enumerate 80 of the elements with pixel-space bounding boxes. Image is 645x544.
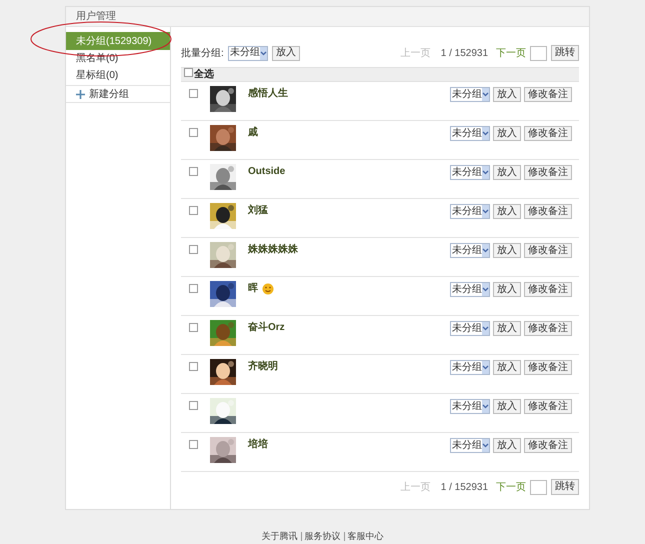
footer-link[interactable]: 服务协议: [300, 532, 340, 541]
group-dropdown[interactable]: 未分组: [450, 360, 490, 375]
checkbox[interactable]: [189, 323, 198, 332]
select-all-label: 全选: [194, 68, 214, 82]
checkbox[interactable]: [189, 362, 198, 371]
contact-name: 戚: [248, 126, 258, 140]
group-dropdown[interactable]: 未分组: [450, 321, 490, 336]
checkbox[interactable]: [189, 245, 198, 254]
move-button[interactable]: 放入: [493, 87, 521, 102]
contact-name: 奋斗Orz: [248, 320, 285, 335]
group-dropdown[interactable]: 未分组: [450, 165, 490, 180]
go-button[interactable]: 跳转: [551, 45, 579, 61]
chevron-down-icon: [482, 248, 489, 253]
chevron-down-icon: [482, 131, 489, 136]
plus-icon: [76, 90, 85, 98]
edit-remark-button[interactable]: 修改备注: [524, 87, 572, 102]
contact-name: 刘猛: [248, 203, 268, 218]
edit-remark-button[interactable]: 修改备注: [524, 399, 572, 414]
edit-remark-button[interactable]: 修改备注: [524, 360, 572, 375]
page-indicator: 1 / 152931: [440, 480, 488, 494]
move-button[interactable]: 放入: [493, 126, 521, 141]
group-dropdown[interactable]: 未分组: [450, 126, 490, 141]
edit-remark-button[interactable]: 修改备注: [524, 282, 572, 297]
group-dropdown[interactable]: 未分组: [450, 243, 490, 258]
chevron-down-icon: [482, 443, 489, 448]
chevron-down-icon: [482, 92, 489, 97]
checkbox[interactable]: [189, 89, 198, 98]
edit-remark-button[interactable]: 修改备注: [524, 438, 572, 453]
checkbox[interactable]: [189, 128, 198, 137]
checkbox[interactable]: [189, 440, 198, 449]
page-indicator: 1 / 152931: [440, 46, 488, 60]
chevron-down-icon: [482, 287, 489, 292]
edit-remark-button[interactable]: 修改备注: [524, 321, 572, 336]
group-dropdown[interactable]: 未分组: [450, 399, 490, 414]
next-page-link[interactable]: 下一页: [496, 480, 526, 494]
edit-remark-button[interactable]: 修改备注: [524, 243, 572, 258]
checkbox[interactable]: [184, 68, 193, 77]
contact-name: 培培: [248, 437, 268, 452]
next-page-link[interactable]: 下一页: [496, 46, 526, 60]
sidebar-item[interactable]: 星标组(0): [66, 67, 170, 84]
checkbox[interactable]: [189, 206, 198, 215]
chevron-down-icon: [482, 404, 489, 409]
chevron-down-icon: [482, 170, 489, 175]
page-input[interactable]: [530, 480, 547, 494]
move-button[interactable]: 放入: [493, 204, 521, 219]
go-button[interactable]: 跳转: [551, 479, 579, 495]
edit-remark-button[interactable]: 修改备注: [524, 126, 572, 141]
move-button[interactable]: 放入: [493, 282, 521, 297]
move-button[interactable]: 放入: [493, 243, 521, 258]
move-button[interactable]: 放入: [493, 165, 521, 180]
contact-name: 姝姝姝姝姝: [248, 242, 298, 257]
contact-name: 感悟人生: [248, 86, 288, 101]
edit-remark-button[interactable]: 修改备注: [524, 204, 572, 219]
group-dropdown[interactable]: 未分组: [450, 282, 490, 297]
move-button[interactable]: 放入: [493, 360, 521, 375]
group-dropdown[interactable]: 未分组: [450, 438, 490, 453]
move-button[interactable]: 放入: [493, 438, 521, 453]
checkbox[interactable]: [189, 167, 198, 176]
contact-name: 齐晓明: [248, 359, 278, 374]
move-button[interactable]: 放入: [493, 399, 521, 414]
chevron-down-icon: [482, 326, 489, 331]
contact-name: 晖: [248, 282, 258, 296]
group-dropdown[interactable]: 未分组: [450, 87, 490, 102]
group-dropdown[interactable]: 未分组: [450, 204, 490, 219]
move-button[interactable]: 放入: [272, 46, 300, 60]
group-dropdown[interactable]: 未分组: [228, 46, 268, 60]
edit-remark-button[interactable]: 修改备注: [524, 165, 572, 180]
chevron-down-icon: [482, 365, 489, 370]
panel-title: 用户管理: [76, 10, 116, 24]
move-button[interactable]: 放入: [493, 321, 521, 336]
new-group-item[interactable]: 新建分组: [66, 85, 170, 103]
page-input[interactable]: [530, 46, 547, 60]
chevron-down-icon: [260, 50, 267, 56]
checkbox[interactable]: [189, 401, 198, 410]
checkbox[interactable]: [189, 284, 198, 293]
footer-link[interactable]: 客服中心: [344, 532, 384, 541]
chevron-down-icon: [482, 209, 489, 214]
batch-group-label: 批量分组:: [181, 46, 224, 60]
contact-name: Outside: [248, 165, 286, 179]
footer-link[interactable]: 关于腾讯: [262, 532, 298, 541]
